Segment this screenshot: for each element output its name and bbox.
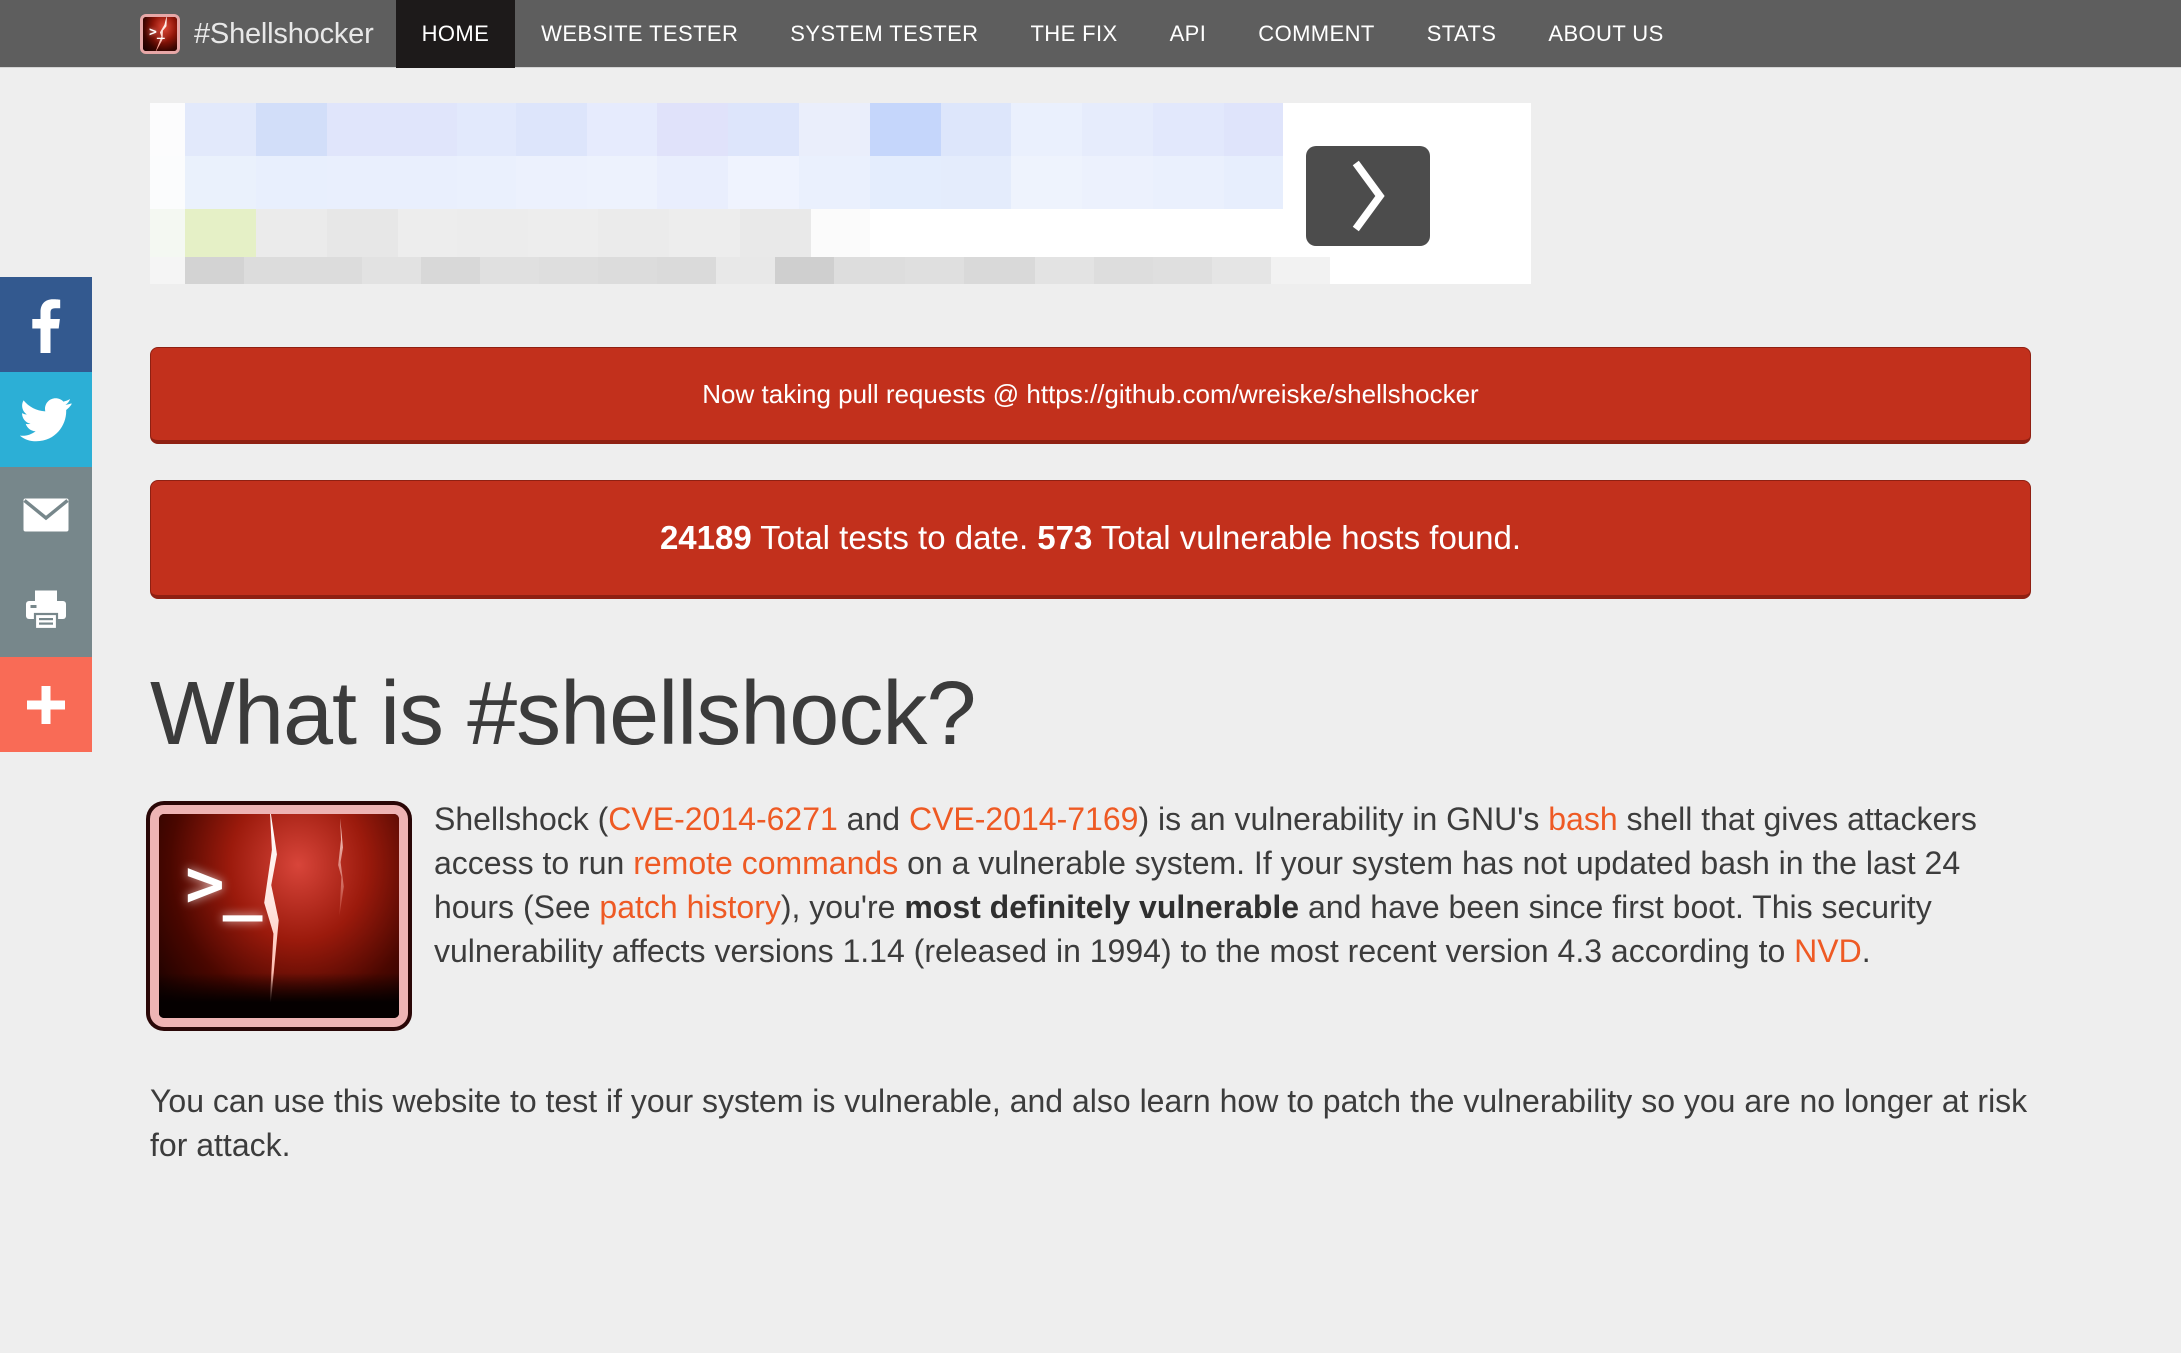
nav-item-api[interactable]: API xyxy=(1144,0,1233,68)
p1-text-2: and xyxy=(837,801,909,837)
page-title: What is #shellshock? xyxy=(150,664,976,764)
twitter-icon xyxy=(20,397,72,441)
p1-text-3: ) is an vulnerability in GNU's xyxy=(1138,801,1549,837)
total-tests-count: 24189 xyxy=(659,519,752,556)
advertisement-block[interactable] xyxy=(150,103,1531,284)
share-print-button[interactable] xyxy=(0,562,92,657)
top-navigation-bar: >_ #Shellshocker HOME WEBSITE TESTER SYS… xyxy=(0,0,2181,68)
link-cve-2014-7169[interactable]: CVE-2014-7169 xyxy=(909,801,1138,837)
share-more-button[interactable] xyxy=(0,657,92,752)
article-paragraph-1: >_ Shellshock (CVE-2014-6271 and CVE-201… xyxy=(150,797,2031,1033)
nav-item-comment[interactable]: COMMENT xyxy=(1232,0,1400,68)
nav-item-website-tester[interactable]: WEBSITE TESTER xyxy=(515,0,764,68)
vulnerable-hosts-count: 573 xyxy=(1037,519,1093,556)
stats-banner-text: 24189 Total tests to date. 573 Total vul… xyxy=(660,519,1521,557)
shellshock-terminal-lightning-icon: >_ xyxy=(150,805,408,1027)
link-remote-commands[interactable]: remote commands xyxy=(633,845,898,881)
facebook-icon xyxy=(32,298,61,353)
vulnerable-hosts-label: Total vulnerable hosts found. xyxy=(1092,519,1522,556)
nav-item-home[interactable]: HOME xyxy=(395,0,516,68)
redacted-row xyxy=(150,257,1330,284)
p1-text-6: ), you're xyxy=(780,889,905,926)
brand-label: #Shellshocker xyxy=(194,17,374,50)
main-content-container: Now taking pull requests @ https://githu… xyxy=(150,68,2031,1213)
social-share-rail xyxy=(0,277,92,752)
p1-text-1: Shellshock ( xyxy=(434,801,609,837)
p1-bold-most-definitely-vulnerable: most definitely vulnerable xyxy=(904,889,1300,926)
link-bash[interactable]: bash xyxy=(1548,801,1617,837)
nav-item-about-us[interactable]: ABOUT US xyxy=(1522,0,1689,68)
link-cve-2014-6271[interactable]: CVE-2014-6271 xyxy=(608,801,837,837)
plus-icon xyxy=(27,685,65,724)
nav-item-the-fix[interactable]: THE FIX xyxy=(1004,0,1143,68)
link-nvd[interactable]: NVD xyxy=(1794,933,1862,969)
nav-item-system-tester[interactable]: SYSTEM TESTER xyxy=(764,0,1004,68)
share-twitter-button[interactable] xyxy=(0,372,92,467)
nav-item-list: HOME WEBSITE TESTER SYSTEM TESTER THE FI… xyxy=(395,0,1690,68)
article-paragraph-2: You can use this website to test if your… xyxy=(150,1083,2028,1164)
chevron-right-icon xyxy=(1352,160,1385,232)
share-facebook-button[interactable] xyxy=(0,277,92,372)
redacted-row xyxy=(150,209,1330,257)
total-tests-label: Total tests to date. xyxy=(751,519,1038,556)
brand-home-link[interactable]: >_ #Shellshocker xyxy=(0,0,396,68)
redacted-row xyxy=(150,103,1330,156)
ad-next-button[interactable] xyxy=(1306,146,1430,246)
article-section: What is #shellshock? >_ Shellshock (CVE-… xyxy=(150,669,2031,1167)
p1-text-8: . xyxy=(1861,933,1871,970)
redacted-ad-pixels xyxy=(150,103,1330,284)
shellshock-terminal-lightning-icon: >_ xyxy=(140,14,180,54)
nav-item-stats[interactable]: STATS xyxy=(1401,0,1523,68)
pull-requests-banner: Now taking pull requests @ https://githu… xyxy=(150,347,2031,444)
link-patch-history[interactable]: patch history xyxy=(599,889,780,925)
redacted-row xyxy=(150,156,1330,209)
stats-banner: 24189 Total tests to date. 573 Total vul… xyxy=(150,480,2031,599)
share-email-button[interactable] xyxy=(0,467,92,562)
envelope-icon xyxy=(23,498,69,531)
printer-icon xyxy=(26,590,66,630)
pull-requests-text: Now taking pull requests @ https://githu… xyxy=(702,378,1479,409)
